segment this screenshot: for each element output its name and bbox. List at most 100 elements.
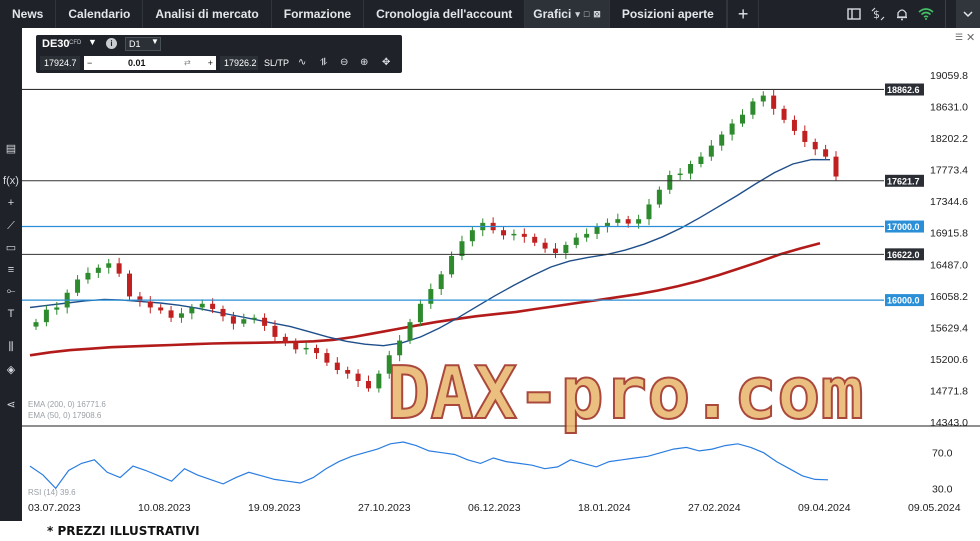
quantity-reset-icon[interactable]: ⇄ [184,56,191,70]
rectangle-icon[interactable]: ▭ [3,239,19,255]
dropdown-chevron-icon[interactable]: ▾ [575,9,580,20]
candle-body [334,362,340,370]
instrument-type: CFD [69,40,82,46]
layers-icon[interactable]: ◈ [3,361,19,377]
trendline-icon[interactable]: ⟋ [3,218,19,234]
panel-icon[interactable]: ▤ [3,140,19,156]
candle-body [667,175,673,190]
quantity-value[interactable]: 0.01 [128,56,146,70]
timeframe-chevron-down-icon[interactable]: ▼ [151,37,159,46]
add-tab-button[interactable]: + [726,0,760,28]
tab-grafici-label: Grafici [533,7,572,21]
maximize-icon[interactable]: □ [584,9,589,19]
candle-body [158,307,164,311]
top-right-icons: $ [841,0,980,28]
rsi-legend: RSI (14) 39.6 [28,488,76,497]
function-icon[interactable]: f(x) [3,173,19,189]
y-tick-label: 17344.6 [930,196,968,208]
candle-body [262,317,268,326]
tab-posizioni-aperte[interactable]: Posizioni aperte [610,0,727,28]
zoom-out-icon[interactable]: ⊖ [340,56,348,70]
candle-body [823,149,829,157]
candle-body [791,119,797,131]
y-tick-label: 18631.0 [930,102,968,114]
quantity-plus-button[interactable]: + [208,56,213,70]
candle-body [324,353,330,363]
candle-body [272,325,278,337]
candle-body [365,381,371,389]
zoom-in-icon[interactable]: ⊕ [360,56,368,70]
candle-body [511,233,517,236]
candle-body [95,267,101,273]
deposit-icon[interactable]: $ [867,0,889,28]
share-icon[interactable]: ⋖ [3,396,19,412]
x-tick-label: 18.01.2024 [578,502,631,514]
line-chart-icon[interactable]: ∿ [298,56,306,70]
candle-body [729,123,735,135]
bid-price-button[interactable]: 17924.7 [40,56,80,70]
candle-body [407,322,413,341]
y-tick-label: 18202.2 [930,133,968,145]
ema200-line [29,242,821,357]
ask-price-button[interactable]: 17926.2 [220,56,258,70]
candle-body [43,309,49,323]
wifi-svg [918,8,934,20]
level-label: 18862.6 [887,85,920,95]
level-label: 17000.0 [887,222,920,232]
instrument-symbol[interactable]: DE30 [42,38,70,50]
compare-icon[interactable]: ⫼ [3,339,19,355]
notification-bell-icon[interactable] [891,0,913,28]
candle-body [708,145,714,157]
footer: * PREZZI ILLUSTRATIVI [0,521,980,541]
candle-body [199,303,205,308]
crosshair-icon[interactable]: ✥ [382,56,390,70]
candle-body [501,230,507,236]
layout-icon[interactable] [843,0,865,28]
symbol-chevron-down-icon[interactable]: ▼ [88,37,97,47]
candle-body [345,369,351,374]
tab-calendario[interactable]: Calendario [56,0,144,28]
x-tick-label: 27.10.2023 [358,502,411,514]
close-tab-icon[interactable]: ⊠ [593,9,601,20]
candle-body [220,308,226,317]
plus-icon[interactable]: + [3,195,19,211]
candle-body [127,273,133,297]
candle-body [833,156,839,177]
chart-close-icon[interactable]: ✕ [966,31,975,44]
candle-body [781,108,787,120]
tab-grafici[interactable]: Grafici ▾ □ ⊠ [525,0,610,28]
level-label: 16622.0 [887,250,920,260]
tab-cronologia-account[interactable]: Cronologia dell'account [364,0,526,28]
chart-menu-icon[interactable]: ☰ [955,32,963,43]
candle-body [573,237,579,245]
candle-body [521,233,527,237]
price-chart[interactable]: DAX-pro.com 18862.6 17621.7 17000.0 16622.0 1… [22,28,980,521]
pitchfork-icon[interactable]: ⟜ [3,283,19,299]
rsi-tick-label: 70.0 [932,448,953,460]
tab-news[interactable]: News [0,0,57,28]
candle-body [168,310,174,318]
candle-body [178,313,184,318]
deposit-icon-svg: $ [871,7,885,21]
tab-analisi-di-mercato[interactable]: Analisi di mercato [143,0,272,28]
sltp-button[interactable]: SL/TP [264,56,289,70]
account-menu-icon[interactable] [956,0,980,28]
candle-body [428,289,434,304]
candle-body [147,301,153,308]
candle-body [397,340,403,356]
y-tick-label: 16487.0 [930,259,968,271]
text-icon[interactable]: T [3,306,19,322]
fibonacci-icon[interactable]: ≡ [3,262,19,278]
tab-formazione[interactable]: Formazione [272,0,365,28]
x-tick-label: 03.07.2023 [28,502,81,514]
quantity-minus-button[interactable]: − [87,56,92,70]
candle-body [542,242,548,249]
level-label: 17621.7 [887,176,920,186]
chart-area[interactable]: DAX-pro.com 18862.6 17621.7 17000.0 16622.0 1… [22,28,980,521]
quantity-stepper[interactable]: − 0.01 ⇄ + [84,56,216,70]
x-tick-label: 27.02.2024 [688,502,741,514]
candle-body [646,204,652,220]
info-icon[interactable]: i [106,38,117,49]
cursor-icon[interactable]: ⥮ [320,56,327,70]
candle-body [459,241,465,256]
